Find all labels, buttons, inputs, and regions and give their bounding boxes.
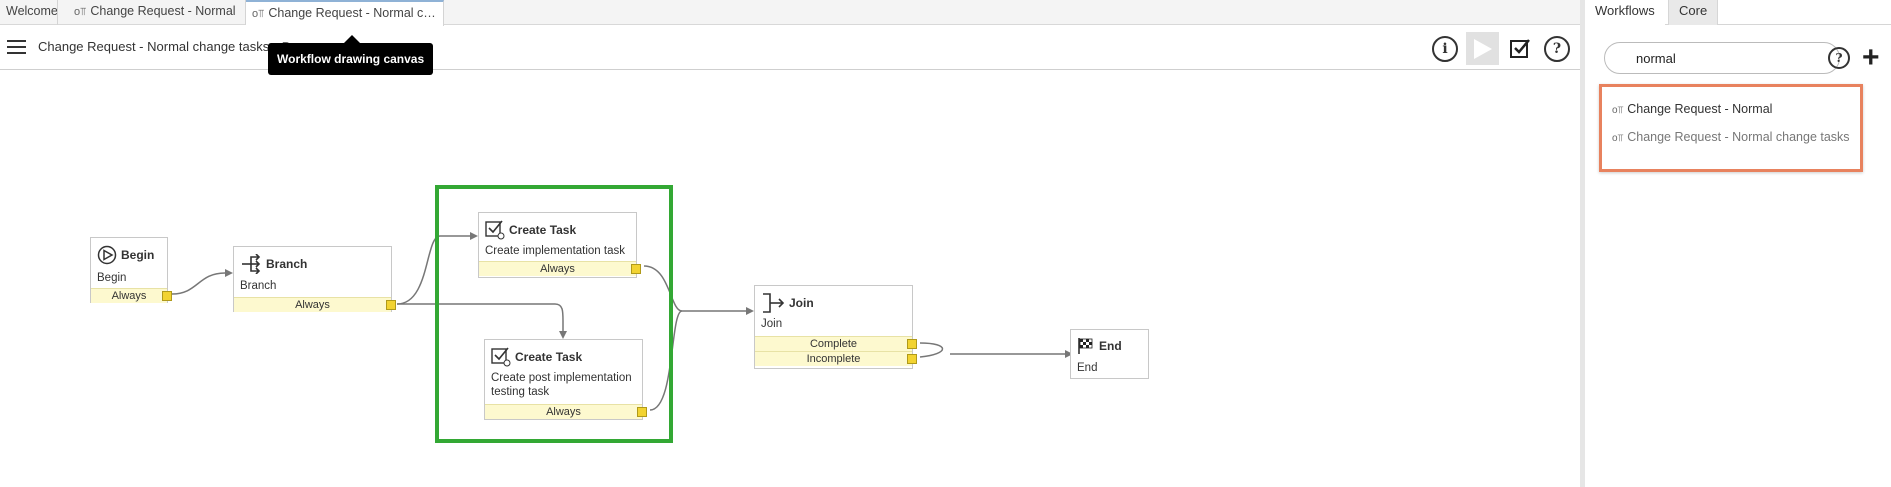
node-description: End xyxy=(1077,362,1098,374)
workflow-search-input[interactable] xyxy=(1604,42,1840,74)
result-label: Change Request - Normal change tasks xyxy=(1627,130,1850,144)
node-begin[interactable]: Begin Begin Always xyxy=(90,237,172,303)
node-description: Begin xyxy=(97,272,127,284)
exit-port[interactable] xyxy=(631,264,641,274)
tab-workflows[interactable]: Workflows xyxy=(1585,0,1665,25)
workflow-icon: o⫪ xyxy=(1612,133,1624,144)
node-description: Create post implementation testing task xyxy=(491,372,632,398)
search-results-list: o⫪ Change Request - Normal o⫪ Change Reque… xyxy=(1599,84,1863,172)
begin-icon xyxy=(97,245,117,265)
tab-bar: Welcome o⫪ Change Request - Normal o⫪ Chan… xyxy=(0,0,1580,26)
connector-join-incomplete xyxy=(919,342,943,358)
exit-port[interactable] xyxy=(907,339,917,349)
panel-tabs: Workflows Core xyxy=(1585,0,1891,25)
validate-icon[interactable] xyxy=(1509,37,1531,59)
connector-begin-branch xyxy=(171,272,226,295)
workflow-icon: o⫪ xyxy=(252,8,265,20)
exit-condition: Always xyxy=(479,261,641,276)
exit-label: Complete xyxy=(809,338,858,350)
node-title: Join xyxy=(761,293,814,313)
info-icon[interactable]: i xyxy=(1432,36,1458,62)
node-join[interactable]: Join Join Complete Incomplete xyxy=(754,285,917,369)
help-icon[interactable]: ? xyxy=(1544,36,1570,62)
node-title: End xyxy=(1077,337,1122,355)
tab-label: Welcome xyxy=(6,4,58,18)
node-description: Join xyxy=(761,318,783,330)
result-label: Change Request - Normal xyxy=(1627,102,1773,116)
create-task-icon xyxy=(491,347,511,367)
tab-change-request-normal[interactable]: o⫪ Change Request - Normal xyxy=(68,0,246,25)
exit-condition: Always xyxy=(234,297,396,312)
node-create-task-testing[interactable]: Create Task Create post implementation t… xyxy=(484,339,647,420)
search-result-item[interactable]: o⫪ Change Request - Normal change tasks xyxy=(1612,130,1850,144)
node-title-text: Join xyxy=(789,296,814,310)
exit-label: Always xyxy=(540,263,575,275)
right-panel: Workflows Core xyxy=(1580,0,1891,487)
node-create-task-implementation[interactable]: Create Task Create implementation task A… xyxy=(478,212,641,278)
exit-port[interactable] xyxy=(386,300,396,310)
node-title: Create Task xyxy=(491,347,582,367)
tab-change-request-normal-change-tasks[interactable]: o⫪ Change Request - Normal c… xyxy=(246,0,444,26)
tab-label: Change Request - Normal xyxy=(90,4,236,18)
node-end[interactable]: End End xyxy=(1070,329,1149,379)
page-title: Change Request - Normal change tasks - P xyxy=(38,39,289,54)
node-title: Create Task xyxy=(485,220,576,240)
exit-label: Always xyxy=(295,299,330,311)
play-icon xyxy=(1474,39,1492,59)
tab-label: Change Request - Normal c… xyxy=(268,6,436,20)
node-title-text: Create Task xyxy=(509,223,577,237)
tab-core[interactable]: Core xyxy=(1668,0,1719,25)
run-button[interactable] xyxy=(1466,32,1499,65)
exit-condition: Always xyxy=(485,404,647,419)
exit-condition-complete: Complete xyxy=(755,336,917,351)
create-task-icon xyxy=(485,220,505,240)
exit-label: Always xyxy=(546,406,581,418)
workflow-icon: o⫪ xyxy=(1612,105,1624,116)
node-title-text: Branch xyxy=(266,257,308,271)
workflow-icon: o⫪ xyxy=(74,6,87,18)
node-title: Branch xyxy=(240,254,307,274)
node-title-text: Begin xyxy=(121,248,155,262)
exit-label: Always xyxy=(111,290,147,302)
exit-condition: Always xyxy=(91,288,172,303)
node-title-text: Create Task xyxy=(515,350,583,364)
tab-welcome[interactable]: Welcome xyxy=(0,0,58,25)
add-icon[interactable]: + xyxy=(1862,43,1880,73)
exit-port[interactable] xyxy=(637,407,647,417)
exit-port[interactable] xyxy=(907,354,917,364)
node-title: Begin xyxy=(97,245,154,265)
node-description: Branch xyxy=(240,280,277,292)
hamburger-menu-icon[interactable] xyxy=(7,40,26,55)
checkered-flag-icon xyxy=(1078,338,1093,354)
exit-label: Incomplete xyxy=(806,353,861,365)
node-title-text: End xyxy=(1099,339,1122,353)
search-result-item[interactable]: o⫪ Change Request - Normal xyxy=(1612,102,1772,116)
help-icon[interactable]: ? xyxy=(1828,47,1850,69)
workflow-name: Change Request - Normal change tasks xyxy=(38,39,270,54)
exit-condition-incomplete: Incomplete xyxy=(755,351,917,366)
canvas-header: Change Request - Normal change tasks - P xyxy=(0,26,1580,70)
node-description: Create implementation task xyxy=(485,245,625,257)
join-icon xyxy=(763,293,785,313)
branch-icon xyxy=(242,254,261,274)
exit-port[interactable] xyxy=(162,291,172,301)
node-branch[interactable]: Branch Branch Always xyxy=(233,246,396,312)
workflow-drawing-canvas[interactable]: Begin Begin Always Branch Branch Always … xyxy=(0,71,1576,487)
